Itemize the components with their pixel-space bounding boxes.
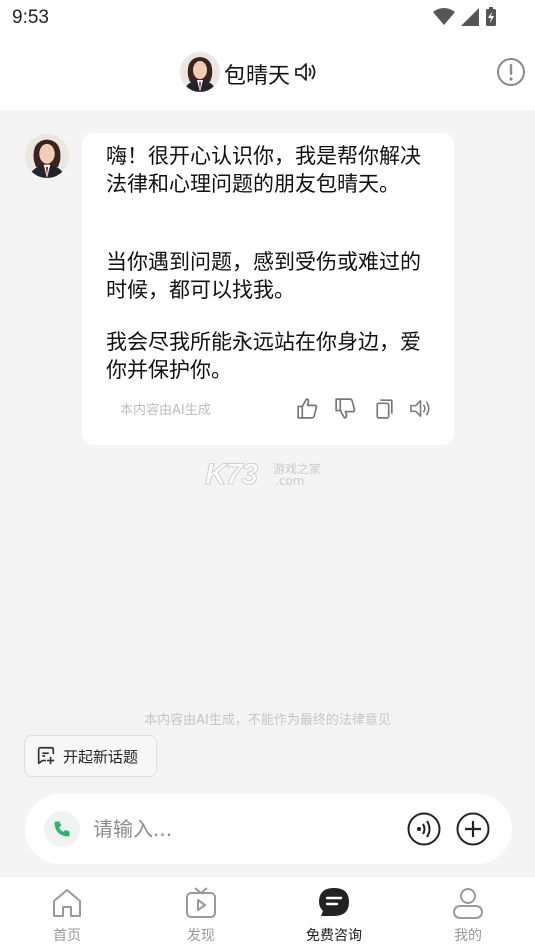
- tab-label: 发现: [187, 928, 215, 944]
- phone-call-button[interactable]: [44, 811, 80, 847]
- page-title: 包晴天: [224, 64, 291, 89]
- new-topic-label: 开起新话题: [63, 747, 139, 766]
- home-icon: [53, 889, 81, 917]
- tab-label: 首页: [53, 928, 81, 944]
- message-paragraph: 当你遇到问题，感到受伤或难过的时候，都可以找我。: [106, 250, 421, 302]
- ai-generated-note: 本内容由AI生成: [120, 403, 211, 418]
- header-avatar[interactable]: [180, 52, 220, 92]
- watermark-logo: K73 游戏之家 .com: [204, 458, 335, 492]
- chat-header: 包晴天: [0, 38, 535, 110]
- new-topic-button[interactable]: 开起新话题: [24, 735, 157, 777]
- chat-icon: [319, 888, 349, 916]
- status-bar: 9:53: [0, 0, 535, 38]
- watermark-domain: .com: [275, 474, 305, 488]
- speaker-icon[interactable]: [294, 61, 320, 83]
- assistant-message-bubble: 嗨！很开心认识你，我是帮你解决法律和心理问题的朋友包晴天。 当你遇到问题，感到受…: [82, 133, 454, 445]
- copy-icon[interactable]: [371, 396, 396, 421]
- ai-disclaimer: 本内容由AI生成，不能作为最终的法律意见: [144, 713, 391, 728]
- avatar-portrait-icon: [180, 52, 220, 92]
- message-paragraph: 嗨！很开心认识你，我是帮你解决法律和心理问题的朋友包晴天。: [106, 144, 421, 196]
- user-icon: [453, 888, 483, 919]
- info-icon[interactable]: [496, 57, 526, 87]
- assistant-avatar: [25, 134, 69, 178]
- thumbs-down-icon[interactable]: [333, 396, 358, 421]
- bottom-tab-bar: 首页 发现 免费咨询 我的: [0, 876, 535, 951]
- signal-icon: [461, 8, 479, 26]
- message-paragraph: 我会尽我所能永远站在你身边，爱你并保护你。: [106, 330, 421, 382]
- status-time: 9:53: [12, 7, 49, 28]
- watermark-brand: K73: [204, 458, 258, 492]
- battery-icon: [486, 7, 496, 26]
- wifi-icon: [433, 8, 455, 25]
- message-input[interactable]: [93, 812, 393, 846]
- tv-icon: [186, 887, 216, 918]
- voice-input-icon[interactable]: [407, 812, 441, 846]
- message-input-bar: [25, 794, 512, 864]
- speaker-icon[interactable]: [409, 396, 434, 421]
- plus-icon[interactable]: [456, 812, 490, 846]
- phone-icon: [54, 821, 70, 837]
- tab-mine[interactable]: 我的: [423, 885, 513, 945]
- tab-home[interactable]: 首页: [22, 885, 112, 945]
- tab-free-consult[interactable]: 免费咨询: [289, 885, 379, 945]
- tab-label: 免费咨询: [306, 928, 362, 944]
- new-chat-icon: [37, 746, 55, 765]
- thumbs-up-icon[interactable]: [295, 396, 320, 421]
- tab-discover[interactable]: 发现: [156, 885, 246, 945]
- avatar-portrait-icon: [25, 134, 69, 178]
- message-actions: [295, 396, 434, 421]
- tab-label: 我的: [454, 928, 482, 944]
